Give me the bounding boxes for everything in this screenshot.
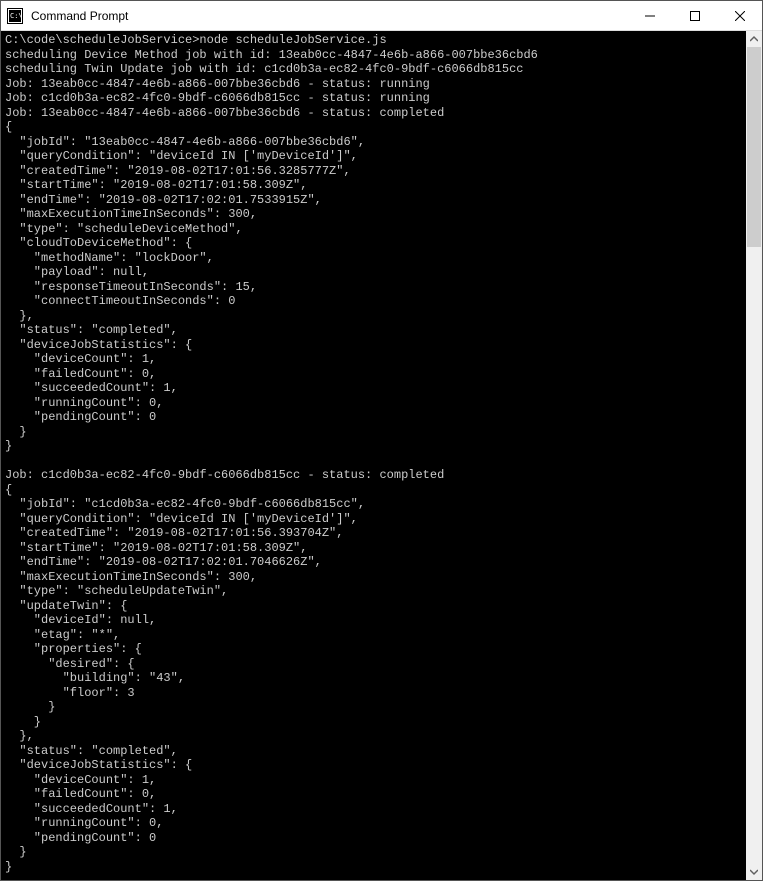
scrollbar-thumb[interactable] bbox=[747, 47, 761, 247]
cmd-icon: C:\ bbox=[7, 8, 23, 24]
chevron-up-icon bbox=[750, 35, 758, 43]
scrollbar[interactable] bbox=[746, 31, 762, 880]
minimize-icon bbox=[645, 11, 655, 21]
close-icon bbox=[735, 11, 745, 21]
close-button[interactable] bbox=[717, 1, 762, 30]
scroll-down-button[interactable] bbox=[746, 864, 762, 880]
minimize-button[interactable] bbox=[627, 1, 672, 30]
app-icon-wrap: C:\ bbox=[1, 8, 29, 24]
terminal-content[interactable]: C:\code\scheduleJobService>node schedule… bbox=[1, 31, 746, 880]
maximize-button[interactable] bbox=[672, 1, 717, 30]
scroll-up-button[interactable] bbox=[746, 31, 762, 47]
maximize-icon bbox=[690, 11, 700, 21]
svg-text:C:\: C:\ bbox=[10, 12, 23, 20]
window-controls bbox=[627, 1, 762, 30]
titlebar[interactable]: C:\ Command Prompt bbox=[1, 1, 762, 31]
terminal[interactable]: C:\code\scheduleJobService>node schedule… bbox=[1, 31, 762, 880]
window-title: Command Prompt bbox=[29, 9, 627, 23]
chevron-down-icon bbox=[750, 868, 758, 876]
scrollbar-track[interactable] bbox=[746, 47, 762, 864]
